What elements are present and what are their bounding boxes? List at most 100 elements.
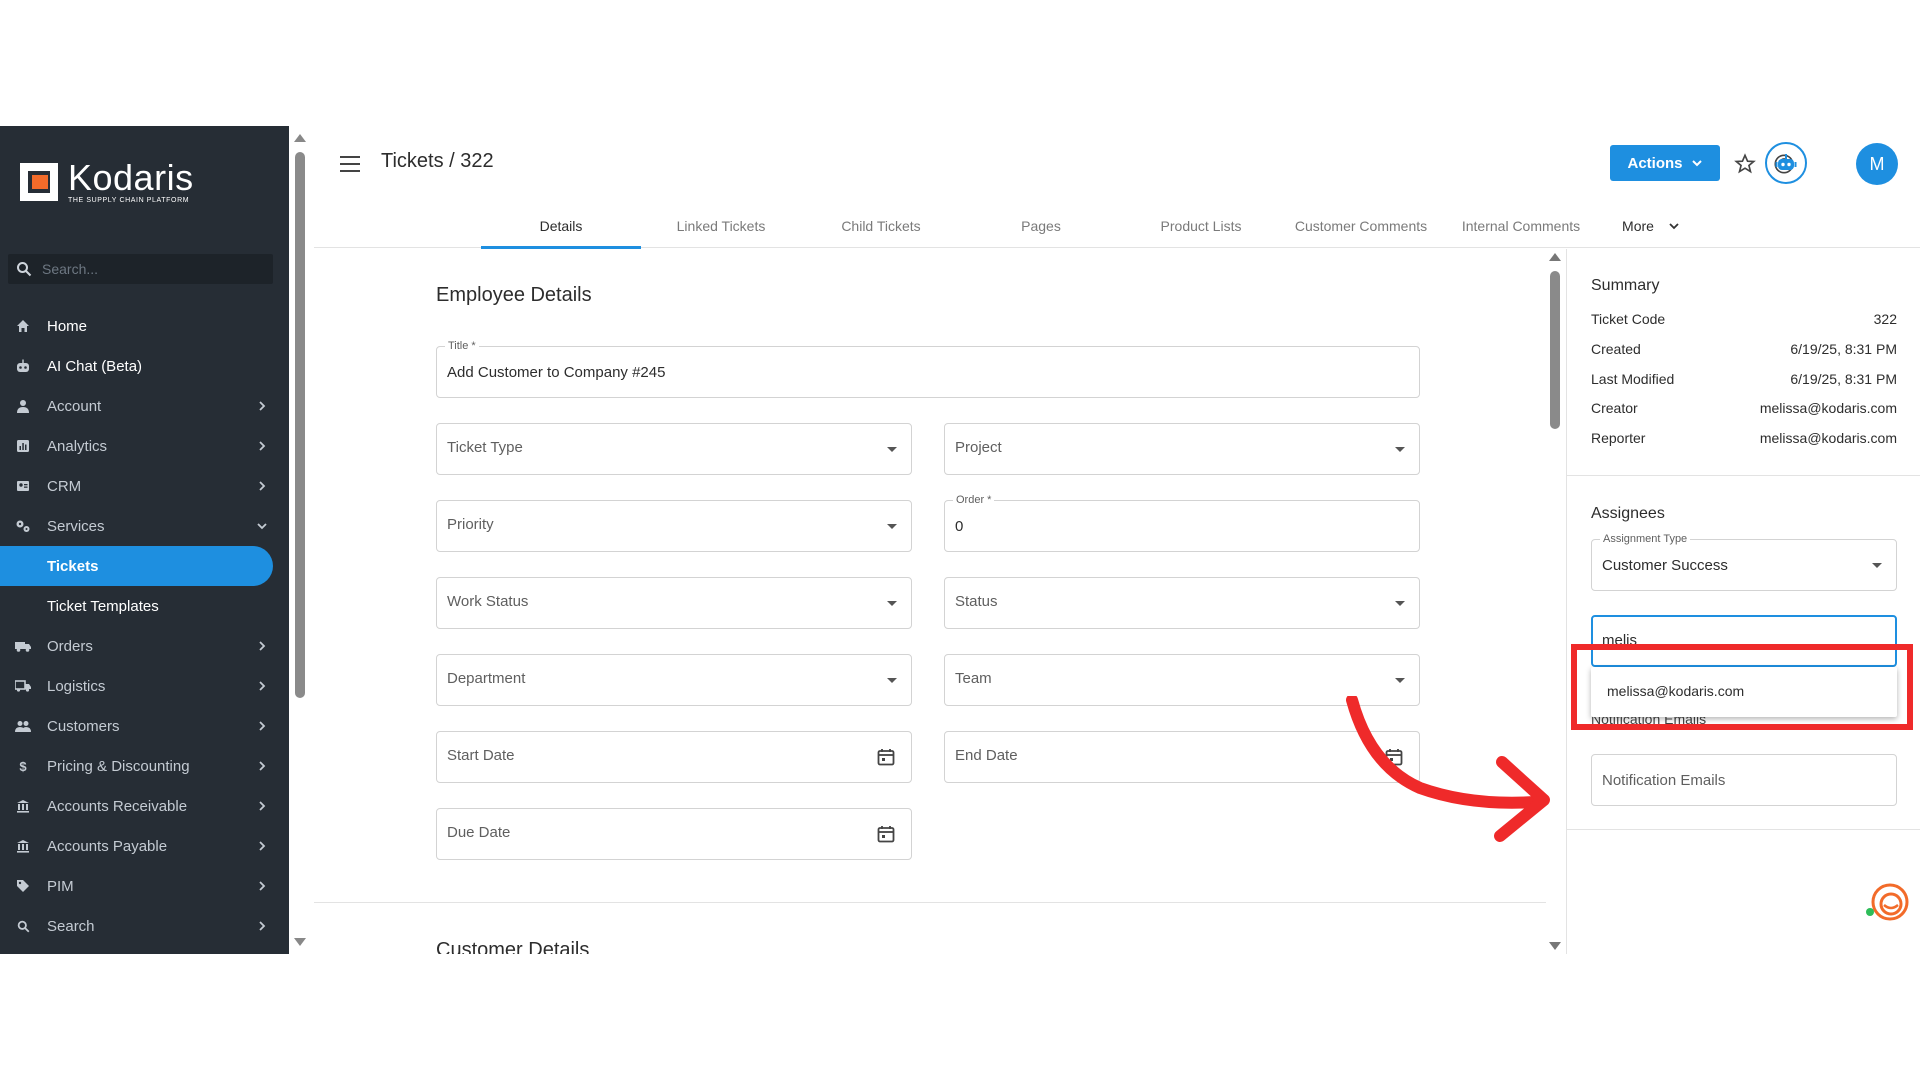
summary-row: Creator melissa@kodaris.com [1591,400,1897,416]
chevron-right-icon [259,441,266,451]
sidebar-item-ai-chat[interactable]: AI Chat (Beta) [0,346,289,386]
sidebar-item-account[interactable]: Account [0,386,289,426]
sidebar-item-pricing[interactable]: $ Pricing & Discounting [0,746,289,786]
logo[interactable]: Kodaris THE SUPPLY CHAIN PLATFORM [18,160,194,204]
kodaris-logo-icon [20,163,58,201]
chevron-right-icon [259,881,266,891]
scrollbar-thumb[interactable] [295,152,305,698]
ticket-side-panel: Summary Ticket Code 322 Created 6/19/25,… [1566,249,1920,954]
sidebar-item-customers[interactable]: Customers [0,706,289,746]
work-status-select[interactable]: Work Status [436,577,912,629]
calendar-icon[interactable] [877,748,895,766]
sidebar-scrollbar[interactable] [289,126,313,954]
priority-label: Priority [447,516,494,533]
scrollbar-thumb[interactable] [1550,271,1560,429]
chevron-right-icon [259,921,266,931]
dropdown-caret-icon [1872,563,1882,568]
scroll-up-arrow-icon[interactable] [294,134,306,142]
sidebar-item-pim[interactable]: PIM [0,866,289,906]
work-status-label: Work Status [447,593,529,610]
assignment-type-label: Assignment Type [1600,533,1691,545]
sidebar-item-label: Pricing & Discounting [47,757,190,775]
summary-label: Reporter [1591,430,1646,446]
priority-select[interactable]: Priority [436,500,912,552]
scroll-down-arrow-icon[interactable] [1549,942,1561,950]
start-date-field[interactable]: Start Date [436,731,912,783]
dropdown-caret-icon [887,678,897,683]
summary-value: melissa@kodaris.com [1759,400,1897,416]
sidebar-item-label: Accounts Payable [47,837,168,855]
search-icon [15,918,31,934]
dropdown-caret-icon [887,447,897,452]
title-field[interactable]: Title * Add Customer to Company #245 [436,340,1420,398]
assignees-title: Assignees [1591,505,1665,522]
sidebar-item-accounts-payable[interactable]: Accounts Payable [0,826,289,866]
sidebar-item-accounts-receivable[interactable]: Accounts Receivable [0,786,289,826]
avatar[interactable]: M [1856,143,1898,185]
sidebar-item-analytics[interactable]: Analytics [0,426,289,466]
chevron-right-icon [259,721,266,731]
search-icon [17,262,32,277]
tab-more[interactable]: More [1601,204,1701,248]
order-field[interactable]: Order * 0 [944,494,1420,552]
calendar-icon[interactable] [877,825,895,843]
sidebar-item-tickets[interactable]: Tickets [0,546,273,586]
summary-value: 322 [1873,311,1897,327]
tab-product-lists[interactable]: Product Lists [1121,204,1281,248]
summary-row: Created 6/19/25, 8:31 PM [1591,341,1897,357]
assignment-type-select[interactable]: Assignment Type Customer Success [1591,533,1897,591]
hamburger-menu-icon[interactable] [340,156,360,172]
sidebar-nav: Home AI Chat (Beta) Account Analytics CR… [0,306,289,946]
project-select[interactable]: Project [944,423,1420,475]
tab-internal-comments[interactable]: Internal Comments [1441,204,1601,248]
ticket-type-select[interactable]: Ticket Type [436,423,912,475]
actions-button[interactable]: Actions [1610,145,1720,181]
star-icon[interactable] [1731,150,1759,178]
chevron-right-icon [259,681,266,691]
status-select[interactable]: Status [944,577,1420,629]
page-header: Tickets / 322 Actions M Details Linked T… [314,126,1920,249]
dropdown-caret-icon [887,524,897,529]
robot-icon [1775,154,1797,170]
tab-pages[interactable]: Pages [961,204,1121,248]
ai-assistant-button[interactable] [1765,142,1807,184]
breadcrumb: Tickets / 322 [381,150,494,172]
dropdown-caret-icon [1395,447,1405,452]
notification-emails-field[interactable]: Notification Emails [1591,754,1897,806]
chart-icon [15,438,31,454]
sidebar-item-crm[interactable]: CRM [0,466,289,506]
home-icon [15,318,31,334]
tab-customer-comments[interactable]: Customer Comments [1281,204,1441,248]
sidebar-item-search[interactable]: Search [0,906,289,946]
notification-emails-placeholder: Notification Emails [1602,772,1726,789]
sidebar-search[interactable] [8,254,273,284]
logo-tagline: THE SUPPLY CHAIN PLATFORM [68,197,190,204]
main-scrollbar[interactable] [1545,249,1565,954]
chat-support-icon[interactable] [1863,879,1909,925]
bank-icon [15,798,31,814]
sidebar-item-label: Search [47,917,95,935]
summary-title: Summary [1591,277,1660,294]
tab-details[interactable]: Details [481,204,641,249]
department-select[interactable]: Department [436,654,912,706]
sidebar-item-label: CRM [47,477,82,495]
sidebar-item-orders[interactable]: Orders [0,626,289,666]
tab-linked-tickets[interactable]: Linked Tickets [641,204,801,248]
scroll-down-arrow-icon[interactable] [294,938,306,946]
sidebar-item-ticket-templates[interactable]: Ticket Templates [0,586,289,626]
chevron-right-icon [259,801,266,811]
summary-value: 6/19/25, 8:31 PM [1790,341,1897,357]
shipping-icon [15,678,31,694]
sidebar-item-label: Customers [47,717,120,735]
dropdown-caret-icon [887,601,897,606]
sidebar-item-services[interactable]: Services [0,506,289,546]
tab-child-tickets[interactable]: Child Tickets [801,204,961,248]
chevron-down-icon [257,523,267,530]
sidebar-item-home[interactable]: Home [0,306,289,346]
scroll-up-arrow-icon[interactable] [1549,253,1561,261]
sidebar-search-input[interactable] [42,261,242,277]
sidebar-item-logistics[interactable]: Logistics [0,666,289,706]
main-form: Employee Details Title * Add Customer to… [314,249,1546,954]
due-date-field[interactable]: Due Date [436,808,912,860]
sidebar-item-label: Home [47,317,88,335]
